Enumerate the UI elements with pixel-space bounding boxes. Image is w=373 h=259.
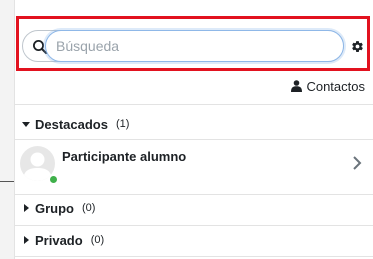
divider — [15, 104, 373, 105]
contact-name: Participante alumno — [62, 149, 187, 164]
section-private-label: Privado — [35, 232, 83, 248]
list-item-contact[interactable]: Participante alumno — [15, 140, 373, 187]
section-group-toggle[interactable]: Grupo (0) — [22, 199, 95, 217]
contacts-label: Contactos — [306, 78, 365, 94]
online-status-dot — [49, 175, 58, 184]
contacts-link[interactable]: Contactos — [291, 78, 365, 94]
search-highlight-box — [16, 16, 370, 71]
divider — [15, 225, 373, 226]
background-page-line — [0, 181, 14, 182]
caret-right-icon — [24, 236, 29, 244]
divider — [15, 256, 373, 257]
section-starred-count: (1) — [115, 118, 130, 130]
user-icon — [291, 80, 303, 92]
background-page-strip — [0, 0, 14, 259]
caret-down-icon — [22, 122, 30, 127]
section-private-toggle[interactable]: Privado (0) — [22, 231, 104, 249]
divider — [15, 194, 373, 195]
section-private-count: (0) — [90, 234, 105, 246]
section-starred-label: Destacados — [35, 116, 108, 132]
section-starred-toggle[interactable]: Destacados (1) — [22, 115, 129, 133]
caret-right-icon — [24, 204, 29, 212]
section-group-label: Grupo — [35, 200, 74, 216]
section-group-count: (0) — [82, 202, 96, 214]
chevron-right-icon — [353, 156, 362, 170]
